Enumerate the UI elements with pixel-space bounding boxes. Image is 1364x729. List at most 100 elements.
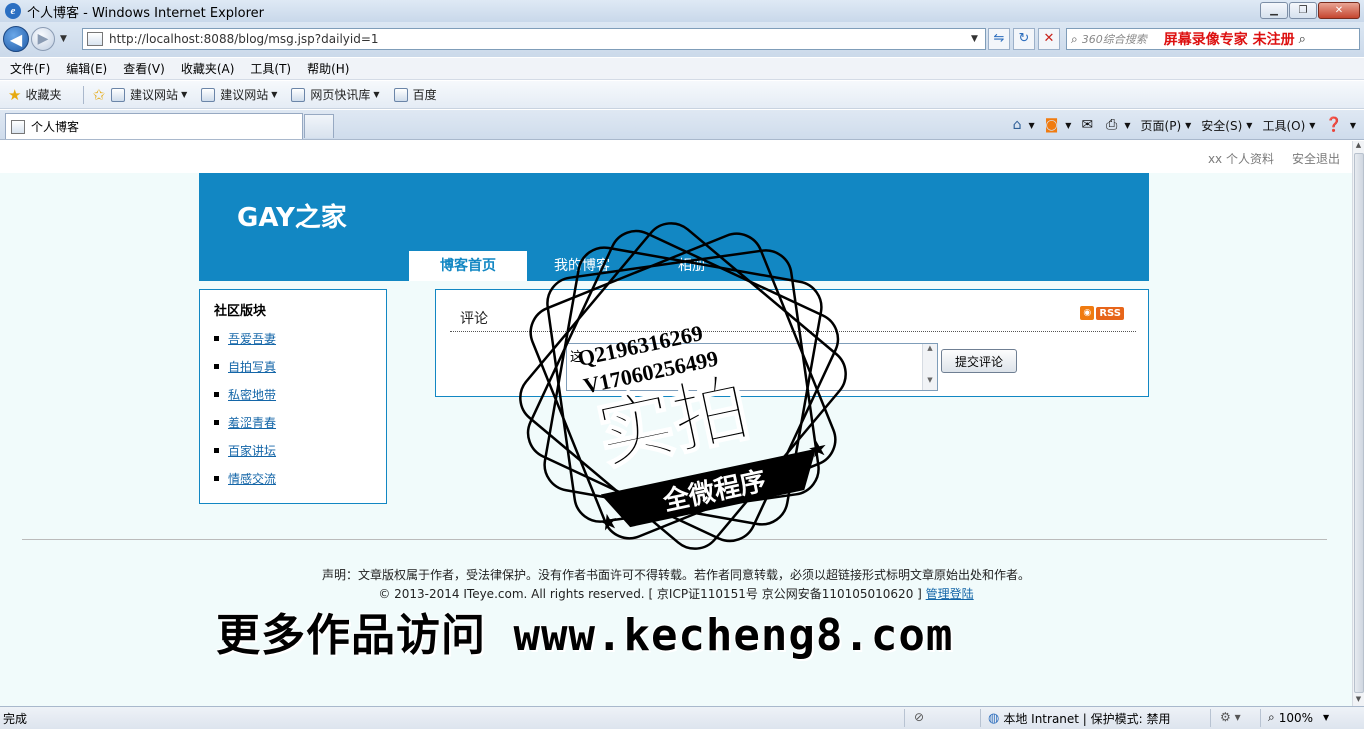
status-text: 完成	[3, 711, 28, 726]
back-button[interactable]: ◀	[3, 26, 29, 52]
window-title: 个人博客 - Windows Internet Explorer	[27, 5, 264, 21]
mail-button[interactable]: ✉	[1081, 117, 1096, 133]
scroll-thumb[interactable]	[1354, 153, 1364, 693]
chevron-down-icon: ▼	[1246, 120, 1253, 130]
fav-item-webslice[interactable]: 网页快讯库 ▼	[291, 86, 380, 103]
address-url[interactable]: http://localhost:8088/blog/msg.jsp?daily…	[109, 32, 971, 46]
forward-button[interactable]: ▶	[31, 27, 55, 51]
site-nav: 博客首页 我的博客 相册	[409, 251, 747, 281]
chevron-down-icon: ▼	[1065, 120, 1072, 130]
address-dropdown-icon[interactable]: ▼	[971, 34, 985, 44]
scroll-up-icon[interactable]: ▲	[923, 344, 937, 352]
page-icon	[201, 87, 216, 102]
page-icon	[87, 32, 103, 46]
rss-label: RSS	[1096, 306, 1124, 320]
zoom-level: 100%	[1278, 710, 1314, 725]
sidebar-link[interactable]: 吾爱吾妻	[228, 330, 276, 347]
search-go-icon[interactable]: ⌕	[1299, 32, 1306, 47]
window-controls: ▁ ❐ ✕	[1259, 2, 1360, 19]
nav-my-blog[interactable]: 我的博客	[527, 251, 637, 281]
chevron-down-icon: ▼	[1124, 120, 1131, 130]
list-item: 私密地带	[214, 380, 276, 408]
minimize-button[interactable]: ▁	[1260, 2, 1288, 19]
search-placeholder: 360综合搜索	[1081, 33, 1147, 46]
page-menu[interactable]: 页面(P) ▼	[1141, 117, 1192, 134]
feeds-button[interactable]: ◙ ▼	[1045, 117, 1072, 133]
textarea-scrollbar[interactable]: ▲ ▼	[922, 344, 937, 390]
stop-icon[interactable]: ✕	[1038, 28, 1060, 50]
fav-item-suggested-2[interactable]: 建议网站 ▼	[201, 86, 277, 103]
search-box[interactable]: ⌕ 360综合搜索 屏幕录像专家 未注册 ⌕	[1066, 28, 1360, 50]
sidebar-link[interactable]: 羞涩青春	[228, 414, 276, 431]
home-button[interactable]: ⌂ ▼	[1013, 117, 1035, 133]
nav-album[interactable]: 相册	[637, 251, 747, 281]
sidebar-link[interactable]: 自拍写真	[228, 358, 276, 375]
print-button[interactable]: ⎙ ▼	[1106, 117, 1130, 133]
favorites-button[interactable]: 收藏夹	[21, 86, 61, 103]
security-zone[interactable]: ◍ 本地 Intranet | 保护模式: 禁用	[988, 710, 1171, 727]
scroll-down-icon[interactable]: ▼	[923, 376, 937, 384]
rss-badge[interactable]: ◉ RSS	[1080, 306, 1124, 320]
zoom-icon: ⌕	[1268, 710, 1275, 724]
site-logo[interactable]: GAY之家	[237, 197, 347, 234]
menu-edit[interactable]: 编辑(E)	[66, 60, 107, 77]
list-item: 吾爱吾妻	[214, 324, 276, 352]
add-favorite-icon[interactable]: ✩	[92, 86, 105, 104]
scroll-down-icon[interactable]: ▼	[1353, 695, 1364, 706]
page-icon	[393, 87, 408, 102]
sidebar-link[interactable]: 百家讲坛	[228, 442, 276, 459]
menu-view[interactable]: 查看(V)	[123, 60, 165, 77]
chevron-down-icon: ▼	[1323, 713, 1330, 722]
bullet	[214, 391, 219, 397]
user-links: xx 个人资料 安全退出	[1190, 150, 1340, 167]
fav-item-label: 建议网站	[130, 88, 179, 102]
safety-menu[interactable]: 安全(S) ▼	[1201, 117, 1252, 134]
menu-file[interactable]: 文件(F)	[10, 60, 50, 77]
popup-blocker-icon[interactable]: ⊘	[914, 710, 924, 724]
tools-menu[interactable]: 工具(O) ▼	[1262, 117, 1315, 134]
favorites-star-icon: ★	[8, 85, 22, 104]
bullet	[214, 335, 219, 341]
zoom-control[interactable]: ⌕ 100% ▼	[1268, 710, 1329, 725]
site-header: GAY之家 博客首页 我的博客 相册	[199, 173, 1149, 281]
close-button[interactable]: ✕	[1318, 2, 1360, 19]
divider	[1210, 709, 1211, 727]
submit-comment-button[interactable]: 提交评论	[941, 349, 1017, 373]
scroll-up-icon[interactable]: ▲	[1353, 141, 1364, 152]
comment-input[interactable]: 这	[566, 343, 938, 391]
logout-link[interactable]: 安全退出	[1292, 150, 1340, 167]
new-tab-button[interactable]	[304, 114, 334, 138]
menu-bar: 文件(F) 编辑(E) 查看(V) 收藏夹(A) 工具(T) 帮助(H)	[0, 58, 1364, 80]
tab-personal-blog[interactable]: 个人博客	[5, 113, 303, 139]
sidebar-link[interactable]: 情感交流	[228, 470, 276, 487]
comment-panel: 评论 ◉ RSS 这 ▲ ▼ 提交评论	[435, 289, 1149, 397]
help-button[interactable]: ❓ ▼	[1325, 117, 1356, 133]
rss-icon: ◉	[1080, 306, 1095, 320]
menu-tools[interactable]: 工具(T)	[250, 60, 291, 77]
fav-item-suggested-1[interactable]: 建议网站 ▼	[111, 86, 187, 103]
profile-link[interactable]: xx 个人资料	[1208, 150, 1274, 167]
history-dropdown-icon[interactable]: ▼	[60, 34, 67, 44]
sidebar-link[interactable]: 私密地带	[228, 386, 276, 403]
maximize-button[interactable]: ❐	[1289, 2, 1317, 19]
menu-favorites[interactable]: 收藏夹(A)	[181, 60, 235, 77]
title-bar: e 个人博客 - Windows Internet Explorer ▁ ❐ ✕	[0, 0, 1364, 22]
ie-logo-icon: e	[5, 3, 21, 19]
sidebar-title: 社区版块	[214, 304, 267, 319]
list-item: 自拍写真	[214, 352, 276, 380]
nav-blog-home[interactable]: 博客首页	[409, 251, 527, 281]
compatibility-view-icon[interactable]: ⇋	[988, 28, 1010, 50]
page-scrollbar[interactable]: ▲ ▼	[1352, 141, 1364, 706]
fav-item-baidu[interactable]: 百度	[393, 86, 437, 103]
navigation-bar: ◀ ▶ ▼ http://localhost:8088/blog/msg.jsp…	[0, 22, 1364, 57]
refresh-icon[interactable]: ↻	[1013, 28, 1035, 50]
menu-help[interactable]: 帮助(H)	[307, 60, 349, 77]
divider	[450, 331, 1136, 332]
divider	[83, 85, 85, 104]
page-viewport: xx 个人资料 安全退出 GAY之家 博客首页 我的博客 相册 社区版块 吾爱吾…	[0, 141, 1352, 706]
address-bar[interactable]: http://localhost:8088/blog/msg.jsp?daily…	[82, 28, 986, 50]
sidebar-list: 吾爱吾妻 自拍写真 私密地带 羞涩青春 百家讲坛 情感交流	[214, 324, 276, 492]
add-on-icon[interactable]: ⚙ ▾	[1220, 710, 1241, 724]
chevron-down-icon: ▼	[1185, 120, 1192, 130]
fav-item-label: 建议网站	[220, 88, 269, 102]
